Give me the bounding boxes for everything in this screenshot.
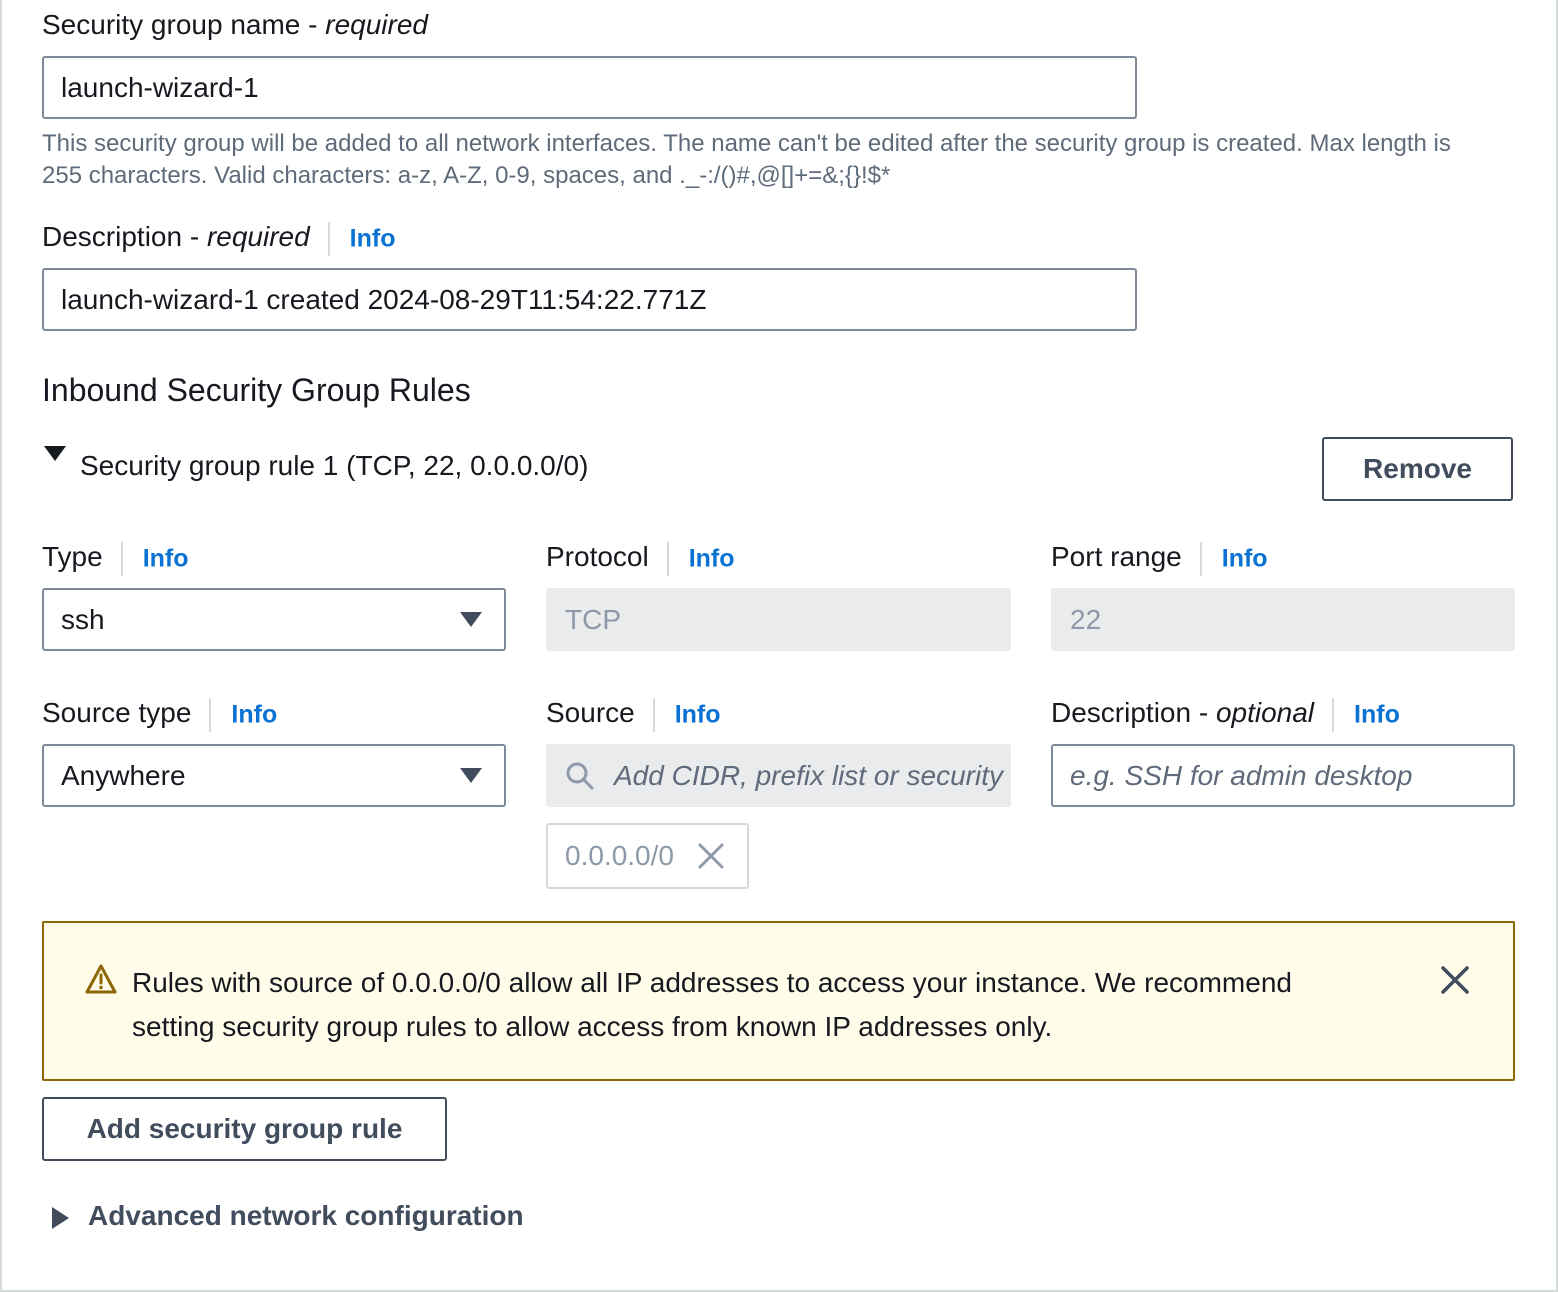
helper-line-1: This security group will be added to all… (42, 130, 1451, 157)
divider (120, 541, 123, 576)
protocol-info-link[interactable]: Info (689, 545, 735, 573)
advanced-network-configuration-toggle[interactable]: Advanced network configuration (88, 1200, 524, 1232)
caret-down-icon (460, 767, 482, 783)
warning-message: Rules with source of 0.0.0.0/0 allow all… (132, 961, 1332, 1049)
divider (1332, 697, 1335, 732)
required-marker: required (206, 221, 310, 252)
remove-button[interactable]: Remove (1322, 437, 1513, 501)
caret-down-icon (460, 611, 482, 627)
source-placeholder: Add CIDR, prefix list or security (614, 759, 1003, 791)
protocol-label: Protocol Info (546, 540, 735, 576)
warning-line-1: Rules with source of 0.0.0.0/0 allow all… (132, 967, 1292, 998)
type-label: Type Info (42, 540, 189, 576)
protocol-value: TCP (565, 603, 621, 635)
inbound-rules-title: Inbound Security Group Rules (42, 372, 471, 408)
warning-icon (85, 964, 117, 994)
source-type-label-text: Source type (42, 697, 192, 728)
description-label: Description - required Info (42, 220, 396, 256)
type-info-link[interactable]: Info (143, 545, 189, 573)
rule-description-label-text: Description - (1051, 697, 1216, 728)
source-label: Source Info (546, 696, 721, 732)
source-token: 0.0.0.0/0 (546, 823, 749, 889)
divider (652, 697, 655, 732)
source-type-value: Anywhere (61, 759, 186, 791)
group-name-label: Security group name - required (42, 8, 428, 42)
description-input[interactable]: launch-wizard-1 created 2024-08-29T11:54… (42, 268, 1137, 331)
description-label-text: Description - (42, 221, 207, 252)
helper-line-2: 255 characters. Valid characters: a-z, A… (42, 162, 891, 189)
source-type-label: Source type Info (42, 696, 277, 732)
type-select[interactable]: ssh (42, 588, 506, 651)
optional-marker: optional (1215, 697, 1315, 728)
port-range-label-text: Port range (1051, 541, 1182, 572)
port-range-field: 22 (1051, 588, 1515, 651)
group-name-input[interactable]: launch-wizard-1 (42, 56, 1137, 119)
description-info-link[interactable]: Info (350, 225, 396, 253)
collapse-caret-icon[interactable] (44, 446, 66, 461)
port-range-info-link[interactable]: Info (1222, 545, 1268, 573)
rule-description-placeholder: e.g. SSH for admin desktop (1070, 759, 1413, 791)
required-marker: required (325, 9, 428, 40)
divider (327, 221, 330, 256)
protocol-field: TCP (546, 588, 1011, 651)
source-search-input[interactable]: Add CIDR, prefix list or security (546, 744, 1011, 807)
source-label-text: Source (546, 697, 635, 728)
description-value: launch-wizard-1 created 2024-08-29T11:54… (61, 283, 707, 315)
close-icon[interactable] (1440, 965, 1470, 995)
warning-line-2: setting security group rules to allow ac… (132, 1011, 1053, 1042)
divider (209, 697, 212, 732)
rule-description-input[interactable]: e.g. SSH for admin desktop (1051, 744, 1515, 807)
expand-caret-icon[interactable] (52, 1207, 69, 1229)
protocol-label-text: Protocol (546, 541, 649, 572)
group-name-label-text: Security group name - (42, 9, 326, 40)
add-security-group-rule-button[interactable]: Add security group rule (42, 1097, 447, 1161)
rule-description-info-link[interactable]: Info (1354, 701, 1400, 729)
search-icon (566, 762, 594, 789)
group-name-value: launch-wizard-1 (61, 71, 259, 103)
type-value: ssh (61, 603, 105, 635)
source-type-info-link[interactable]: Info (231, 701, 277, 729)
rule-description-label: Description - optional Info (1051, 696, 1400, 732)
warning-alert: Rules with source of 0.0.0.0/0 allow all… (42, 921, 1515, 1081)
divider (1199, 541, 1202, 576)
rule-title[interactable]: Security group rule 1 (TCP, 22, 0.0.0.0/… (80, 450, 588, 482)
type-label-text: Type (42, 541, 103, 572)
source-type-select[interactable]: Anywhere (42, 744, 506, 807)
port-range-value: 22 (1070, 603, 1102, 635)
divider (666, 541, 669, 576)
source-info-link[interactable]: Info (675, 701, 721, 729)
group-name-helper: This security group will be added to all… (42, 128, 1522, 192)
source-token-value: 0.0.0.0/0 (565, 840, 674, 871)
port-range-label: Port range Info (1051, 540, 1268, 576)
dismiss-token-icon[interactable] (696, 841, 726, 871)
